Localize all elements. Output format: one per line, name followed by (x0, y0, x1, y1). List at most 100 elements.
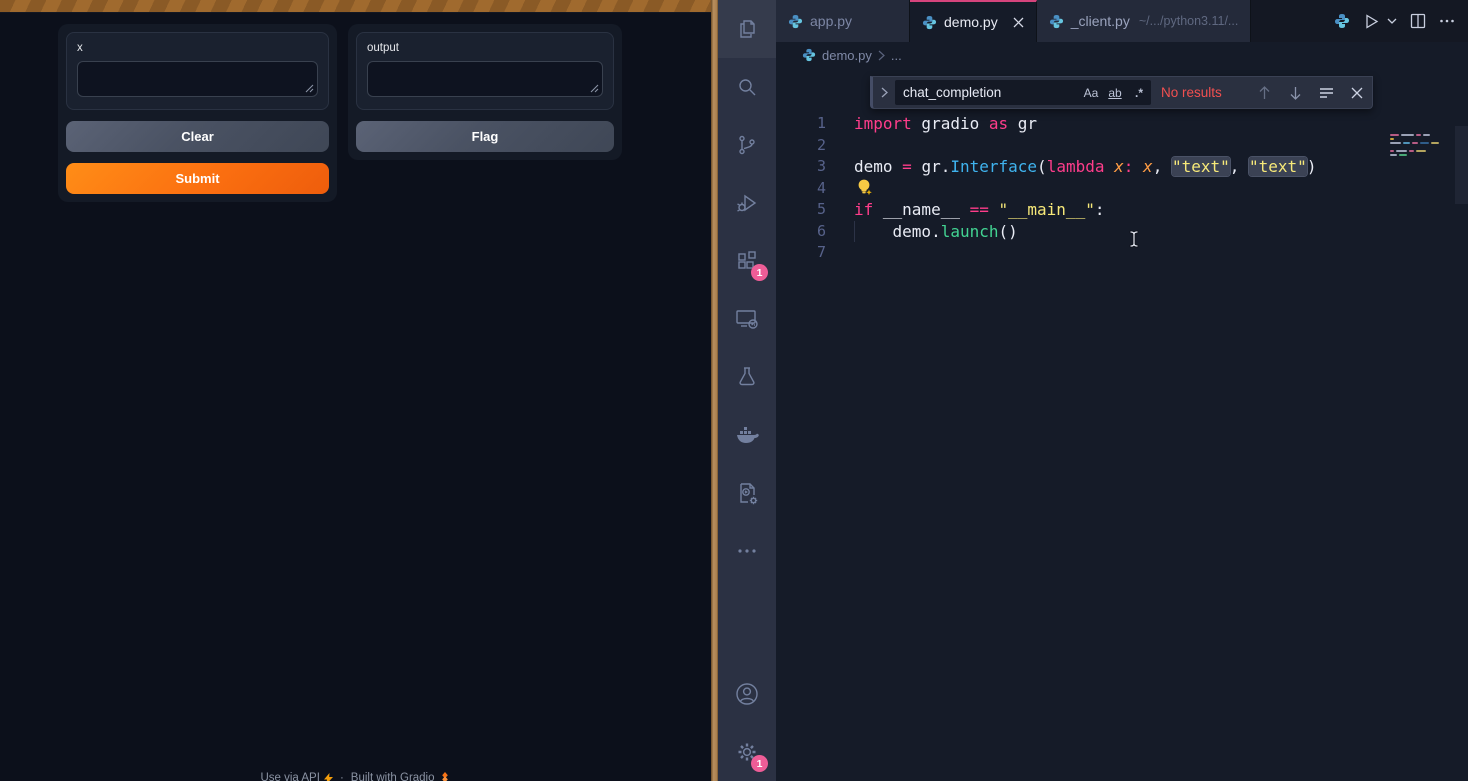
run-file-icon[interactable] (1363, 13, 1380, 30)
match-case-icon[interactable]: Aa (1079, 86, 1103, 100)
extensions-badge: 1 (751, 264, 768, 281)
python-file-icon (788, 14, 803, 29)
python-file-icon (802, 48, 816, 62)
flag-button[interactable]: Flag (356, 121, 614, 152)
docker-icon[interactable] (718, 406, 776, 464)
code-line[interactable]: 7 (776, 242, 1468, 264)
line-number: 6 (776, 221, 826, 243)
code-editor[interactable]: 1import gradio as gr23demo = gr.Interfac… (776, 68, 1468, 781)
chevron-right-icon (878, 50, 885, 61)
editor-group: app.py demo.py _client.py ~/.../python3.… (776, 0, 1468, 781)
python-file-icon (922, 15, 937, 30)
text-cursor-pointer-icon (1128, 230, 1140, 248)
tab-label: demo.py (944, 14, 998, 30)
tab-bar: app.py demo.py _client.py ~/.../python3.… (776, 0, 1468, 42)
resize-grip-icon[interactable] (590, 84, 599, 93)
code-line[interactable]: 6 demo.launch() (776, 221, 1468, 243)
browser-loading-bar (0, 0, 711, 13)
output-field[interactable] (367, 61, 603, 97)
input-panel: x (66, 32, 329, 110)
whole-word-icon[interactable]: ab (1103, 86, 1127, 100)
gradio-app-pane: x Clear Submit output Flag Use via A (0, 0, 711, 781)
use-via-api-link[interactable]: Use via API (260, 772, 332, 781)
resize-grip-icon[interactable] (305, 84, 314, 93)
remote-explorer-icon[interactable] (718, 290, 776, 348)
line-number: 3 (776, 156, 826, 178)
tab-description: ~/.../python3.11/... (1139, 14, 1239, 28)
gradio-footer: Use via API · Built with Gradio (0, 772, 711, 781)
find-in-selection-icon[interactable] (1315, 82, 1337, 104)
footer-separator: · (340, 772, 344, 781)
tab-client-py[interactable]: _client.py ~/.../python3.11/... (1037, 0, 1252, 42)
activity-bar: 1 1 (718, 0, 776, 781)
line-content: demo.launch() (826, 221, 1018, 243)
settings-badge: 1 (751, 755, 768, 772)
line-content (826, 178, 854, 200)
previous-match-icon[interactable] (1253, 82, 1275, 104)
search-icon[interactable] (718, 58, 776, 116)
close-find-icon[interactable] (1346, 82, 1368, 104)
screen: x Clear Submit output Flag Use via A (0, 0, 1468, 781)
gradio-logo-icon (439, 772, 451, 781)
more-views-icon[interactable] (718, 522, 776, 580)
code-line[interactable]: 5if __name__ == "__main__": (776, 199, 1468, 221)
find-results-label: No results (1161, 85, 1249, 100)
editor-scrollbar[interactable] (1455, 126, 1468, 204)
lightning-icon (324, 773, 333, 781)
code-line[interactable]: 3demo = gr.Interface(lambda x: x, "text"… (776, 156, 1468, 178)
editor-actions (1334, 0, 1468, 42)
gradio-input-column: x Clear Submit (58, 24, 337, 202)
extensions-icon[interactable]: 1 (718, 232, 776, 290)
tab-demo-py[interactable]: demo.py (910, 0, 1037, 42)
breadcrumb-file[interactable]: demo.py (822, 48, 872, 63)
input-label: x (77, 42, 318, 54)
find-input[interactable]: chat_completion Aa ab .* (895, 80, 1151, 105)
clear-button[interactable]: Clear (66, 121, 329, 152)
python-file-icon (1049, 14, 1064, 29)
code-lines: 1import gradio as gr23demo = gr.Interfac… (776, 113, 1468, 264)
window-sash[interactable] (711, 0, 718, 781)
submit-button[interactable]: Submit (66, 163, 329, 194)
regex-icon[interactable]: .* (1127, 86, 1151, 100)
settings-gear-icon[interactable]: 1 (718, 723, 776, 781)
line-content (826, 135, 854, 157)
tab-app-py[interactable]: app.py (776, 0, 910, 42)
code-line[interactable]: 2 (776, 135, 1468, 157)
code-line[interactable]: 1import gradio as gr (776, 113, 1468, 135)
toggle-replace-chevron-icon[interactable] (873, 87, 895, 98)
x-input[interactable] (77, 61, 318, 97)
gradio-output-column: output Flag (348, 24, 622, 160)
split-editor-icon[interactable] (1410, 13, 1426, 29)
more-actions-icon[interactable] (1439, 13, 1455, 29)
run-and-debug-icon[interactable] (718, 174, 776, 232)
next-match-icon[interactable] (1284, 82, 1306, 104)
line-number: 2 (776, 135, 826, 157)
line-number: 1 (776, 113, 826, 135)
vscode-window: 1 1 (718, 0, 1468, 781)
find-query-text[interactable]: chat_completion (903, 85, 1079, 100)
breadcrumb-more[interactable]: ... (891, 48, 902, 63)
lightbulb-sparkle-icon[interactable] (856, 178, 873, 196)
testing-beaker-icon[interactable] (718, 348, 776, 406)
tab-label: app.py (810, 13, 852, 29)
output-panel: output (356, 32, 614, 110)
tab-label: _client.py (1071, 13, 1130, 29)
explorer-icon[interactable] (718, 0, 776, 58)
line-number: 7 (776, 242, 826, 264)
output-label: output (367, 42, 603, 54)
line-number: 4 (776, 178, 826, 200)
source-control-icon[interactable] (718, 116, 776, 174)
line-number: 5 (776, 199, 826, 221)
minimap[interactable] (1390, 134, 1448, 158)
line-content: import gradio as gr (826, 113, 1037, 135)
run-dropdown-chevron-icon[interactable] (1387, 17, 1397, 25)
python-interpreter-icon[interactable] (1334, 13, 1350, 29)
run-config-icon[interactable] (718, 464, 776, 522)
find-widget: chat_completion Aa ab .* No results (870, 76, 1373, 109)
code-line[interactable]: 4 (776, 178, 1468, 200)
line-content: demo = gr.Interface(lambda x: x, "text",… (826, 156, 1316, 178)
breadcrumb[interactable]: demo.py ... (776, 42, 1468, 68)
built-with-gradio-link[interactable]: Built with Gradio (351, 772, 451, 781)
close-icon[interactable] (1013, 17, 1024, 28)
account-icon[interactable] (718, 665, 776, 723)
